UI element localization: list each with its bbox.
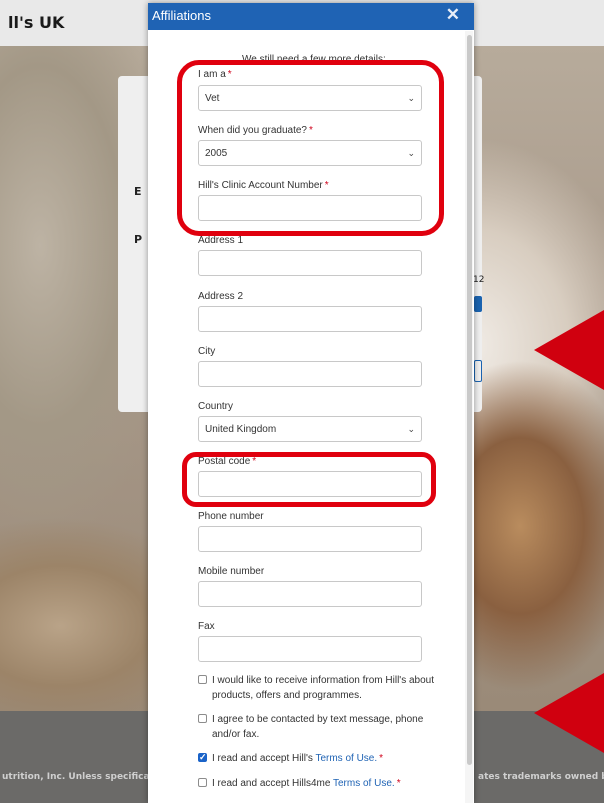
address2-input[interactable]	[198, 306, 422, 332]
country-select-value: United Kingdom	[205, 424, 277, 435]
consent-contact[interactable]: I agree to be contacted by text message,…	[198, 712, 434, 742]
scrollbar-thumb[interactable]	[467, 35, 472, 765]
hills-terms-link[interactable]: Terms of Use.	[315, 753, 377, 764]
chevron-down-icon: ⌄	[407, 424, 415, 434]
background-card-outline-right	[474, 360, 482, 382]
consent-hills4me-terms[interactable]: I read and accept Hills4me Terms of Use.…	[198, 776, 434, 791]
fax-input[interactable]	[198, 636, 422, 662]
address1-label: Address 1	[198, 235, 244, 246]
mobile-input[interactable]	[198, 581, 422, 607]
consent-hills4me-terms-text: I read and accept Hills4me	[212, 778, 333, 789]
consent-hills-terms-checkbox[interactable]	[198, 750, 207, 765]
footer-text-left: utrition, Inc. Unless specifically s	[2, 772, 171, 782]
footer-text-right: ates trademarks owned by H	[478, 772, 604, 782]
address2-label: Address 2	[198, 291, 244, 302]
phone-input[interactable]	[198, 526, 422, 552]
required-marker: *	[396, 778, 401, 789]
country-label: Country	[198, 401, 234, 412]
city-label: City	[198, 346, 216, 357]
consent-marketing-checkbox[interactable]	[198, 675, 207, 684]
consent-hills-terms[interactable]: I read and accept Hill's Terms of Use.*	[198, 750, 434, 766]
city-input[interactable]	[198, 361, 422, 387]
site-brand: ll's UK	[8, 13, 65, 32]
required-marker: *	[379, 753, 384, 764]
mobile-label: Mobile number	[198, 566, 265, 577]
hills4me-terms-link[interactable]: Terms of Use.	[333, 778, 395, 789]
address1-input[interactable]	[198, 250, 422, 276]
annotation-callout-upper	[177, 60, 444, 236]
annotation-callout-postal	[182, 452, 436, 507]
background-card-text: 12	[473, 275, 485, 285]
modal-header: Affiliations ✕	[148, 3, 474, 30]
background-card-button-right	[474, 296, 482, 312]
background-card-label-p: P	[134, 233, 143, 246]
consent-hills4me-terms-checkbox[interactable]	[198, 778, 207, 787]
consent-marketing-text: I would like to receive information from…	[212, 675, 435, 701]
consent-contact-checkbox[interactable]	[198, 714, 207, 723]
consent-marketing[interactable]: I would like to receive information from…	[198, 673, 434, 703]
consent-hills-terms-text: I read and accept Hill's	[212, 753, 316, 764]
fax-label: Fax	[198, 621, 215, 632]
phone-label: Phone number	[198, 511, 264, 522]
annotation-arrow-lower	[534, 673, 604, 753]
background-card-label-e: E	[134, 185, 142, 198]
annotation-arrow-upper	[534, 310, 604, 390]
country-select[interactable]: United Kingdom ⌄	[198, 416, 422, 442]
consent-contact-text: I agree to be contacted by text message,…	[212, 714, 424, 740]
close-icon[interactable]: ✕	[446, 5, 460, 25]
modal-title: Affiliations	[152, 8, 212, 23]
